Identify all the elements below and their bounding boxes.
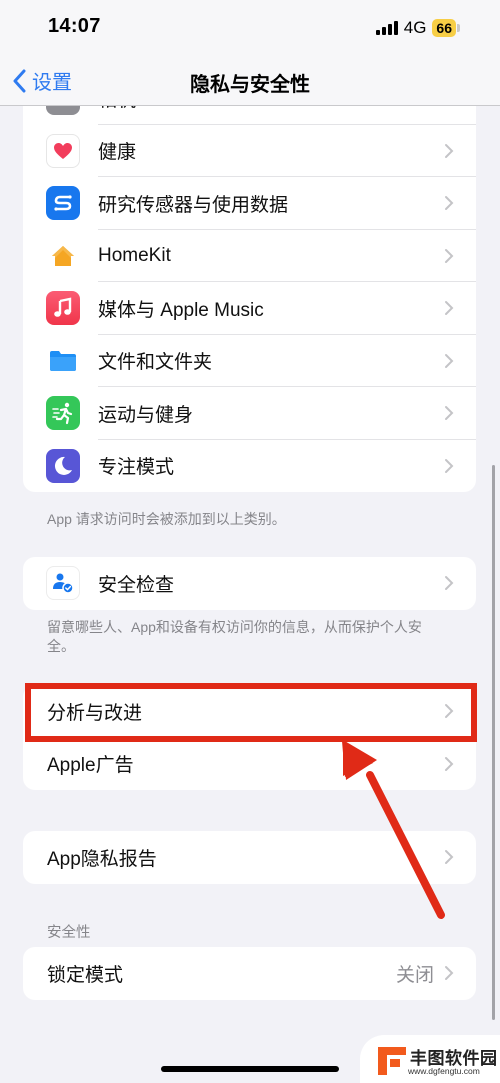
chevron-right-icon xyxy=(445,143,454,158)
lockdown-mode-value: 关闭 xyxy=(395,964,434,986)
list-item-apple-advertising[interactable]: Apple广告 xyxy=(23,738,476,791)
app-permissions-footer: App 请求访问时会被添加到以上类别。 xyxy=(47,511,286,527)
list-item-homekit[interactable]: HomeKit xyxy=(23,230,476,282)
status-indicators: 4G 66 xyxy=(375,18,460,38)
page-title: 隐私与安全性 xyxy=(190,74,310,96)
list-item-lockdown-mode[interactable]: 锁定模式 关闭 xyxy=(23,947,476,1000)
list-item-analytics-improvements[interactable]: 分析与改进 xyxy=(23,685,476,738)
fitness-runner-icon xyxy=(46,396,80,431)
list-item-research-sensor[interactable]: 研究传感器与使用数据 xyxy=(23,177,476,230)
safety-check-footer: 留意哪些人、App和设备有权访问你的信息，从而保护个人安全。 xyxy=(47,619,422,654)
list-item-health[interactable]: 健康 xyxy=(23,125,476,177)
status-bar: 14:07 4G 66 xyxy=(0,0,500,56)
research-sensor-icon xyxy=(46,186,80,221)
chevron-right-icon xyxy=(445,301,454,316)
privacy-report-group: App隐私报告 xyxy=(23,831,476,884)
chevron-right-icon xyxy=(445,704,454,719)
music-icon xyxy=(46,291,80,326)
home-indicator[interactable] xyxy=(161,1066,339,1072)
chevron-right-icon xyxy=(445,576,454,591)
chevron-right-icon xyxy=(445,850,454,865)
home-icon xyxy=(46,238,80,273)
safety-check-icon xyxy=(46,566,80,601)
moon-icon xyxy=(46,448,80,483)
list-item-files-folders[interactable]: 文件和文件夹 xyxy=(23,335,476,387)
chevron-right-icon xyxy=(445,966,454,981)
watermark: 丰图软件园 www.dgfengtu.com xyxy=(360,1035,500,1083)
folder-icon xyxy=(46,343,80,378)
app-permissions-group: 相机 健康 研究传感器与使用数据 HomeKit xyxy=(23,72,476,492)
chevron-right-icon xyxy=(445,196,454,211)
chevron-right-icon xyxy=(445,458,454,473)
chevron-right-icon xyxy=(445,756,454,771)
list-item-app-privacy-report[interactable]: App隐私报告 xyxy=(23,831,476,884)
chevron-right-icon xyxy=(445,406,454,421)
heart-icon xyxy=(46,133,80,168)
watermark-url: www.dgfengtu.com xyxy=(408,1066,480,1076)
network-type: 4G xyxy=(403,18,427,37)
security-section-header: 安全性 xyxy=(47,925,91,941)
battery-icon: 66 xyxy=(432,19,460,37)
analytics-ads-group: 分析与改进 Apple广告 xyxy=(23,685,476,790)
status-time: 14:07 xyxy=(48,15,101,37)
list-item-focus[interactable]: 专注模式 xyxy=(23,440,476,493)
scrollbar[interactable] xyxy=(492,465,495,1020)
list-item-media-apple-music[interactable]: 媒体与 Apple Music xyxy=(23,282,476,335)
chevron-right-icon xyxy=(445,353,454,368)
watermark-logo-icon xyxy=(378,1047,406,1075)
security-group: 锁定模式 关闭 xyxy=(23,947,476,1000)
chevron-right-icon xyxy=(445,248,454,263)
list-item-safety-check[interactable]: 安全检查 xyxy=(23,557,476,610)
list-item-fitness[interactable]: 运动与健身 xyxy=(23,387,476,440)
navigation-bar: 设置 隐私与安全性 xyxy=(0,56,500,106)
cellular-signal-icon xyxy=(375,21,398,35)
safety-check-group: 安全检查 xyxy=(23,557,476,610)
